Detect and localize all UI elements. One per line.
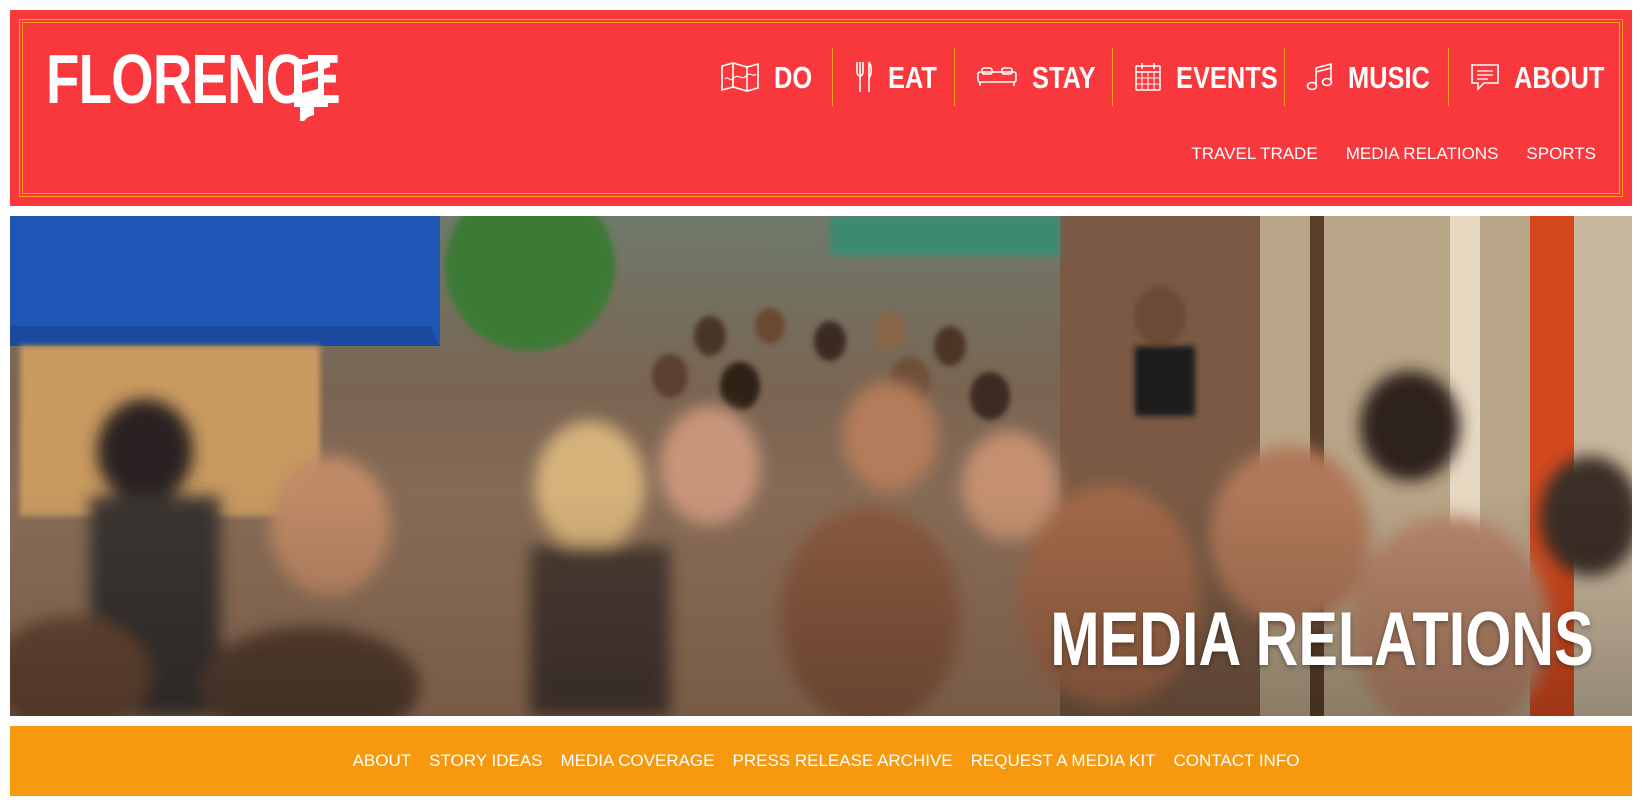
nav-about[interactable]: ABOUT <box>1448 46 1604 108</box>
sports-link[interactable]: SPORTS <box>1526 144 1596 164</box>
nav-eat-label: EAT <box>888 59 937 95</box>
site-header: FLORENCE DO EAT STAY EVENTS MUSIC ABOUT … <box>10 10 1632 206</box>
bed-icon <box>976 66 1018 88</box>
hero-banner: MEDIA RELATIONS <box>10 216 1632 716</box>
nav-stay[interactable]: STAY <box>954 46 1112 108</box>
nav-music-label: MUSIC <box>1348 59 1430 95</box>
utility-nav: TRAVEL TRADE MEDIA RELATIONS SPORTS <box>1191 144 1596 164</box>
page-title: MEDIA RELATIONS <box>1050 597 1594 682</box>
nav-events-label: EVENTS <box>1176 59 1278 95</box>
fork-knife-icon <box>854 60 874 94</box>
section-nav-story-ideas[interactable]: STORY IDEAS <box>429 751 542 771</box>
map-icon <box>720 61 760 93</box>
nav-eat[interactable]: EAT <box>832 46 954 108</box>
section-nav-press-release-archive[interactable]: PRESS RELEASE ARCHIVE <box>733 751 953 771</box>
nav-do-label: DO <box>774 59 813 95</box>
site-logo[interactable]: FLORENCE <box>46 44 423 124</box>
nav-do[interactable]: DO <box>698 46 832 108</box>
nav-stay-label: STAY <box>1032 59 1096 95</box>
alabama-state-icon <box>292 57 334 128</box>
media-relations-link[interactable]: MEDIA RELATIONS <box>1346 144 1499 164</box>
music-note-icon <box>1306 62 1334 92</box>
section-nav-media-coverage[interactable]: MEDIA COVERAGE <box>561 751 715 771</box>
section-nav-request-media-kit[interactable]: REQUEST A MEDIA KIT <box>971 751 1156 771</box>
calendar-icon <box>1134 62 1162 92</box>
section-nav: ABOUT STORY IDEAS MEDIA COVERAGE PRESS R… <box>10 726 1632 796</box>
nav-events[interactable]: EVENTS <box>1112 46 1284 108</box>
nav-about-label: ABOUT <box>1514 59 1605 95</box>
section-nav-contact-info[interactable]: CONTACT INFO <box>1174 751 1300 771</box>
main-nav: DO EAT STAY EVENTS MUSIC ABOUT <box>698 46 1604 108</box>
section-nav-about[interactable]: ABOUT <box>353 751 412 771</box>
travel-trade-link[interactable]: TRAVEL TRADE <box>1191 144 1317 164</box>
chat-icon <box>1470 62 1500 92</box>
nav-music[interactable]: MUSIC <box>1284 46 1448 108</box>
